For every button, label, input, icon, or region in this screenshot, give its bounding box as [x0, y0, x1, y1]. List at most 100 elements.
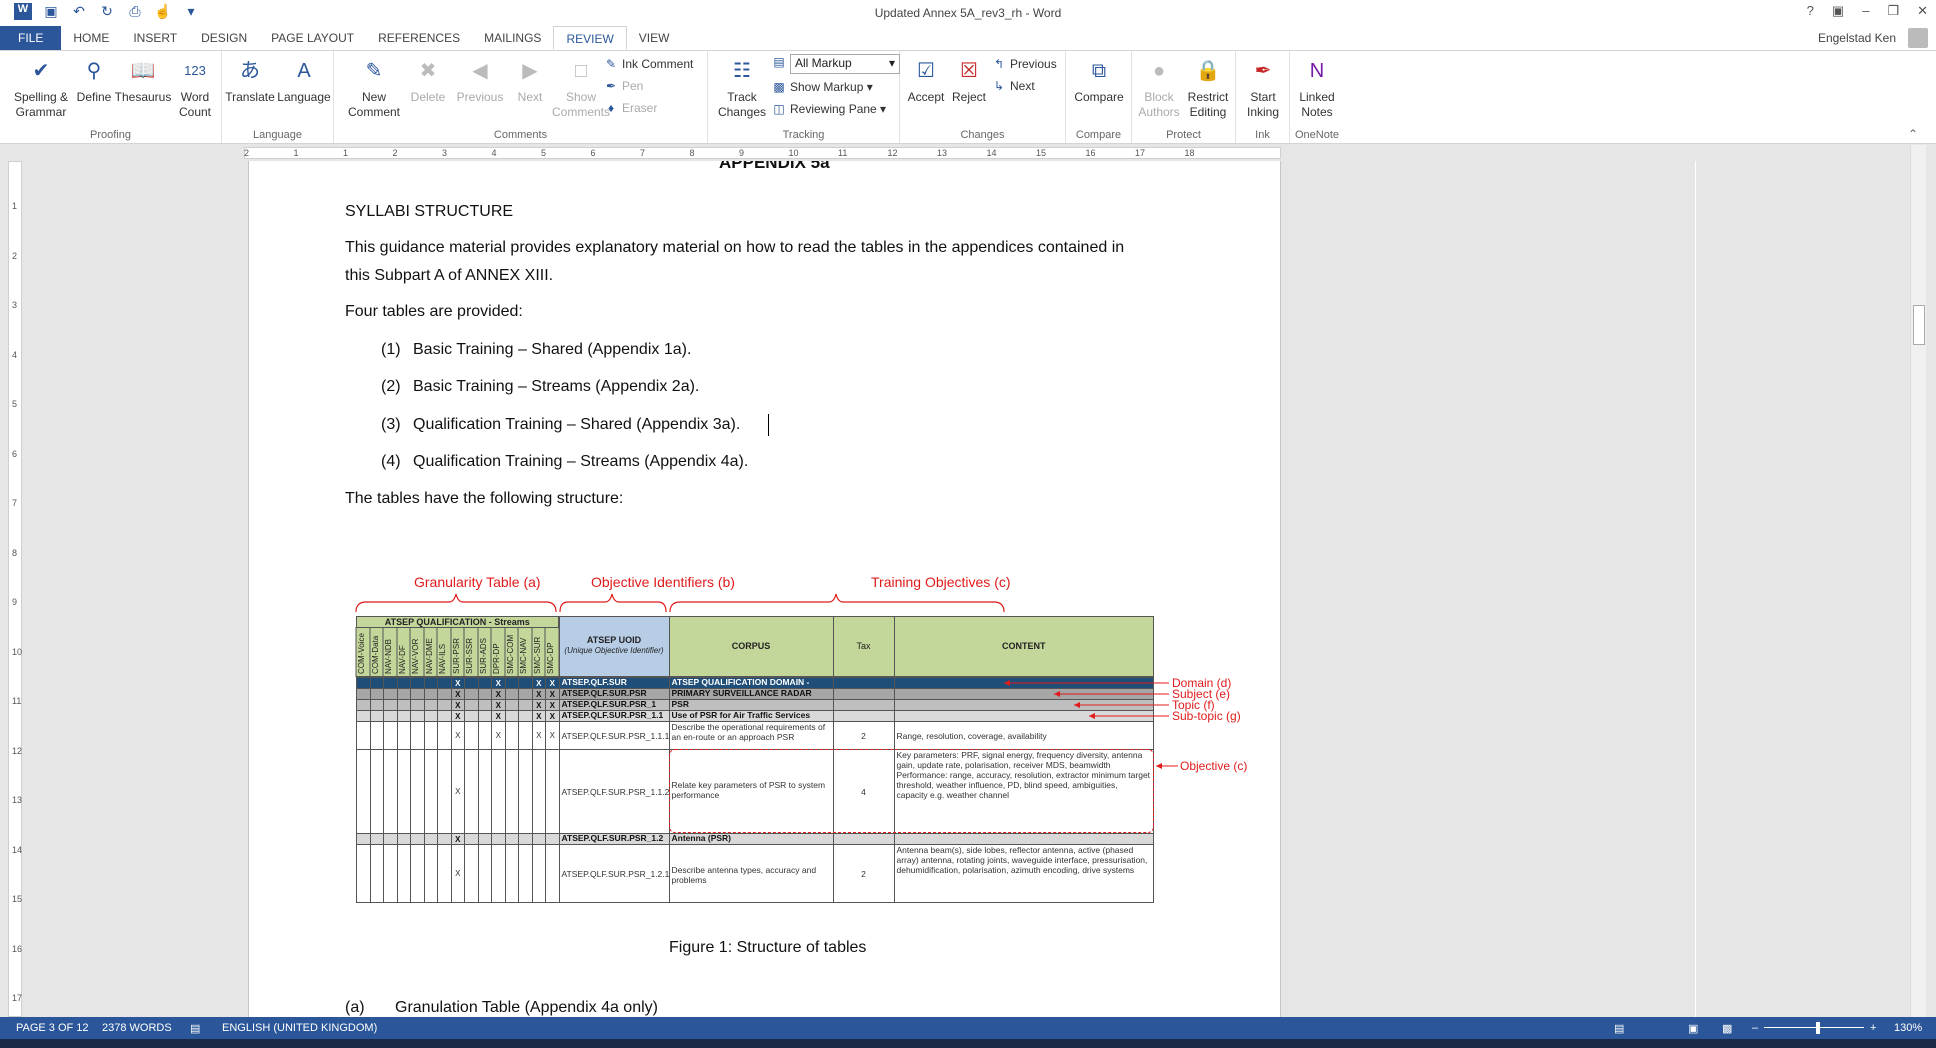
tab-view[interactable]: VIEW [627, 26, 682, 50]
compare-button[interactable]: ⧉ Compare [1070, 55, 1128, 105]
granularity-cell [356, 749, 371, 834]
objective-id: ATSEP.QLF.SUR.PSR_1.1.1 [558, 721, 670, 750]
vruler-number: 3 [12, 300, 18, 310]
granularity-cell: X [491, 721, 506, 750]
reviewing-pane-icon: ◫ [773, 102, 785, 116]
granularity-cell [423, 749, 438, 834]
zoom-slider-handle[interactable] [1816, 1022, 1820, 1034]
next-comment-button[interactable]: ▶ Next [508, 55, 552, 105]
accept-button[interactable]: ☑ Accept [904, 55, 948, 105]
corpus-cell: Describe the operational requirements of… [668, 721, 834, 750]
previous-comment-button[interactable]: ◀ Previous [452, 55, 508, 105]
ribbon-display-icon[interactable]: ▣ [1832, 3, 1844, 19]
start-inking-button[interactable]: ✒ Start Inking [1238, 55, 1288, 120]
tab-insert[interactable]: INSERT [121, 26, 189, 50]
language-status[interactable]: ENGLISH (UNITED KINGDOM) [222, 1022, 377, 1034]
translate-button[interactable]: あ Translate [224, 55, 276, 105]
eraser-button[interactable]: ♦ Eraser [604, 101, 657, 115]
pen-button[interactable]: ✒ Pen [604, 79, 643, 93]
vruler-number: 5 [12, 399, 18, 409]
accept-label: Accept [907, 90, 945, 104]
collapse-ribbon-icon[interactable]: ⌃ [1908, 127, 1918, 141]
granularity-cell [491, 749, 506, 834]
compare-icon: ⧉ [1091, 60, 1107, 82]
spelling-icon: ✔ [32, 60, 50, 82]
granularity-cell [410, 844, 425, 903]
markup-dropdown[interactable]: All Markup ▾ [790, 54, 900, 74]
ruler-number: 11 [838, 148, 848, 158]
zoom-slider[interactable] [1764, 1027, 1864, 1028]
granularity-cell [464, 749, 479, 834]
spelling-grammar-button[interactable]: ✔ Spelling & Grammar [10, 55, 72, 120]
cut-heading: APPENDIX 5a [719, 161, 830, 172]
annotation-arrow [1004, 680, 1169, 686]
inking-pen-icon: ✒ [1254, 60, 1272, 82]
thesaurus-label: Thesaurus [114, 90, 172, 104]
tab-file[interactable]: FILE [0, 26, 62, 50]
linked-notes-button[interactable]: N Linked Notes [1292, 55, 1342, 120]
heading: SYLLABI STRUCTURE [345, 203, 514, 220]
zoom-level[interactable]: 130% [1894, 1022, 1922, 1034]
document-page[interactable]: APPENDIX 5a SYLLABI STRUCTURE This guida… [248, 161, 1281, 1017]
page-count[interactable]: PAGE 3 OF 12 [16, 1022, 89, 1034]
tab-review[interactable]: REVIEW [553, 26, 627, 50]
delete-comment-button[interactable]: ✖ Delete [404, 55, 452, 105]
show-comments-button[interactable]: □ Show Comments [552, 55, 610, 120]
ink-comment-button[interactable]: ✎ Ink Comment [604, 57, 693, 71]
avatar[interactable] [1908, 28, 1928, 48]
web-layout-icon[interactable]: ▩ [1722, 1022, 1732, 1035]
compare-label: Compare [1074, 90, 1124, 104]
show-comments-icon: □ [574, 60, 588, 82]
tab-page-layout[interactable]: PAGE LAYOUT [259, 26, 366, 50]
tab-design[interactable]: DESIGN [189, 26, 259, 50]
header-tax: Tax [832, 616, 895, 677]
new-comment-button[interactable]: ✎ New Comment [344, 55, 404, 120]
close-icon[interactable]: ✕ [1917, 3, 1928, 19]
vertical-scrollbar[interactable] [1910, 145, 1926, 1017]
restrict-editing-button[interactable]: 🔒 Restrict Editing [1182, 55, 1234, 120]
annotation-arrow [1074, 702, 1169, 708]
granularity-cell [545, 749, 560, 834]
print-layout-icon[interactable]: ▣ [1688, 1022, 1698, 1035]
language-button[interactable]: A Language [276, 55, 332, 105]
zoom-out-icon[interactable]: – [1752, 1022, 1758, 1034]
show-markup-icon: ▩ [773, 80, 785, 94]
user-name[interactable]: Engelstad Ken [1818, 31, 1896, 45]
thesaurus-icon: 📖 [130, 60, 156, 82]
block-authors-button[interactable]: ● Block Authors [1136, 55, 1182, 120]
reviewing-pane-label: Reviewing Pane [790, 102, 877, 116]
reject-button[interactable]: ☒ Reject [948, 55, 990, 105]
granularity-cell [410, 749, 425, 834]
horizontal-ruler[interactable]: 2 1 1 2 3 4 5 6 7 8 9 10 11 12 13 14 15 16 17 18 [0, 145, 1910, 161]
previous-change-icon: ↰ [993, 57, 1005, 71]
list-text-1: Basic Training – Shared (Appendix 1a). [413, 341, 692, 358]
previous-change-button[interactable]: ↰ Previous [992, 57, 1057, 71]
granularity-cell [464, 721, 479, 750]
restore-icon[interactable]: ❐ [1887, 3, 1899, 19]
next-change-button[interactable]: ↳ Next [992, 79, 1035, 93]
track-changes-button[interactable]: ☷ Track Changes [712, 55, 772, 120]
eraser-icon: ♦ [607, 101, 615, 115]
word-count[interactable]: 2378 WORDS [102, 1022, 172, 1034]
show-markup-label: Show Markup [790, 80, 864, 94]
vruler-bar [8, 161, 22, 1017]
proofing-status-icon[interactable]: ▤ [190, 1022, 200, 1035]
scroll-thumb[interactable] [1913, 305, 1925, 345]
minimize-icon[interactable]: – [1862, 3, 1869, 19]
tab-mailings[interactable]: MAILINGS [472, 26, 553, 50]
vertical-ruler[interactable]: 1 2 3 4 5 6 7 8 9 10 11 12 13 14 15 16 17 [0, 161, 28, 1017]
tab-home[interactable]: HOME [61, 26, 121, 50]
word-count-button[interactable]: 123 Word Count [174, 55, 216, 120]
tab-references[interactable]: REFERENCES [366, 26, 472, 50]
reviewing-pane-button[interactable]: ◫ Reviewing Pane ▾ [772, 102, 886, 116]
figure-caption: Figure 1: Structure of tables [669, 939, 867, 956]
header-column: COM-Data [369, 627, 384, 677]
thesaurus-button[interactable]: 📖 Thesaurus [114, 55, 172, 105]
read-mode-icon[interactable]: ▤ [1614, 1022, 1624, 1035]
define-button[interactable]: ⚲ Define [74, 55, 114, 105]
help-icon[interactable]: ? [1807, 3, 1814, 19]
zoom-in-icon[interactable]: + [1870, 1022, 1876, 1034]
ruler-number: 13 [937, 148, 948, 158]
show-markup-button[interactable]: ▩ Show Markup ▾ [772, 80, 872, 94]
vruler-number: 7 [12, 498, 18, 508]
